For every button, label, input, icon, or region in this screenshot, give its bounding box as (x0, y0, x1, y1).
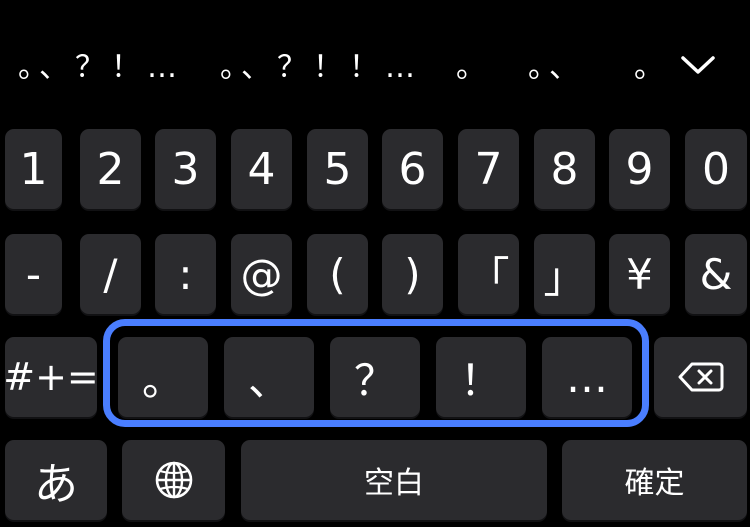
suggestion-3[interactable]: 。 (456, 50, 492, 86)
key-2[interactable]: 2 (80, 129, 141, 209)
key-9[interactable]: 9 (609, 129, 670, 209)
key-3[interactable]: 3 (155, 129, 216, 209)
key-4[interactable]: 4 (231, 129, 292, 209)
key-close-bracket[interactable]: 」 (534, 234, 595, 314)
suggestion-1[interactable]: 。、？！… (18, 50, 183, 86)
key-close-paren[interactable]: ) (382, 234, 443, 314)
delete-key[interactable] (654, 337, 747, 417)
key-at[interactable]: @ (231, 234, 292, 314)
key-yen[interactable]: ¥ (609, 234, 670, 314)
space-key[interactable]: 空白 (241, 440, 547, 520)
key-1[interactable]: 1 (5, 129, 62, 209)
globe-key[interactable] (122, 440, 225, 520)
kana-switch-key[interactable]: あ (5, 440, 107, 520)
key-5[interactable]: 5 (307, 129, 368, 209)
key-colon[interactable]: : (155, 234, 216, 314)
key-ampersand[interactable]: & (685, 234, 747, 314)
confirm-key[interactable]: 確定 (562, 440, 747, 520)
key-6[interactable]: 6 (382, 129, 443, 209)
key-open-bracket[interactable]: 「 (458, 234, 519, 314)
key-slash[interactable]: / (80, 234, 141, 314)
globe-icon (155, 461, 192, 499)
key-8[interactable]: 8 (534, 129, 595, 209)
highlight-outline (103, 319, 649, 427)
chevron-down-icon[interactable] (680, 50, 716, 80)
suggestion-5[interactable]: 。 (634, 50, 670, 86)
key-hyphen[interactable]: - (5, 234, 62, 314)
suggestion-4[interactable]: 。、 (528, 50, 585, 86)
symbols-toggle-key[interactable]: #+= (3, 337, 99, 417)
key-0[interactable]: 0 (685, 129, 747, 209)
backspace-icon (678, 362, 723, 392)
key-7[interactable]: 7 (458, 129, 519, 209)
suggestion-bar: 。、？！… 。、？！！… 。 。、 。 (0, 40, 750, 100)
suggestion-2[interactable]: 。、？！！… (220, 50, 421, 86)
key-open-paren[interactable]: ( (307, 234, 368, 314)
